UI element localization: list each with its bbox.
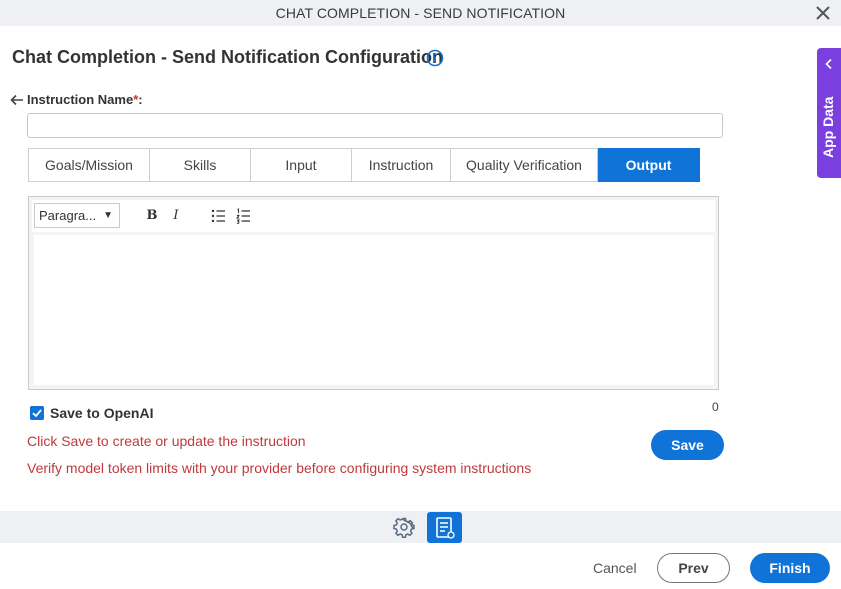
chevron-left-icon [825,58,832,70]
page-title: Chat Completion - Send Notification Conf… [12,47,443,67]
app-data-label: App Data [820,96,836,158]
numbered-list-icon[interactable] [235,207,253,225]
dialog-titlebar: CHAT COMPLETION - SEND NOTIFICATION [0,0,841,26]
instruction-name-label: Instruction Name*: [27,92,143,107]
editor-toolbar: Paragra... ▼ B I [32,200,715,232]
label-colon: : [138,92,143,107]
save-button[interactable]: Save [651,430,724,460]
italic-button[interactable]: I [167,207,185,225]
document-button[interactable] [427,512,462,543]
save-to-openai-label: Save to OpenAI [50,405,154,421]
save-hint-message: Click Save to create or update the instr… [27,433,306,449]
cancel-button[interactable]: Cancel [593,560,637,576]
tab-input[interactable]: Input [251,148,352,182]
paragraph-format-value: Paragra... [39,208,97,223]
instruction-name-input[interactable] [27,113,723,138]
tab-skills[interactable]: Skills [150,148,251,182]
token-warning-message: Verify model token limits with your prov… [27,460,532,476]
prev-button[interactable]: Prev [657,553,730,583]
editor-content-area[interactable] [34,235,714,385]
app-data-panel-toggle[interactable]: App Data [817,48,841,178]
info-icon[interactable] [426,49,444,67]
instruction-name-label-text: Instruction Name [27,92,134,107]
caret-down-icon: ▼ [103,210,113,221]
rich-text-editor: Paragra... ▼ B I [28,196,719,390]
bold-button[interactable]: B [143,207,161,225]
finish-button[interactable]: Finish [750,553,830,583]
dialog-title: CHAT COMPLETION - SEND NOTIFICATION [275,5,566,21]
close-icon[interactable] [813,3,833,23]
document-icon [436,517,455,539]
paragraph-format-select[interactable]: Paragra... ▼ [34,203,120,228]
character-count: 0 [712,400,719,414]
back-arrow-icon[interactable] [9,92,25,108]
tab-output[interactable]: Output [598,148,700,182]
tab-quality-verification[interactable]: Quality Verification [451,148,598,182]
gear-icon[interactable] [393,516,415,538]
tab-goals-mission[interactable]: Goals/Mission [28,148,150,182]
tab-bar: Goals/Mission Skills Input Instruction Q… [28,148,700,182]
save-to-openai-checkbox[interactable] [30,406,44,420]
tab-instruction[interactable]: Instruction [352,148,451,182]
bullet-list-icon[interactable] [210,207,228,225]
bottom-toolbar [0,511,841,543]
